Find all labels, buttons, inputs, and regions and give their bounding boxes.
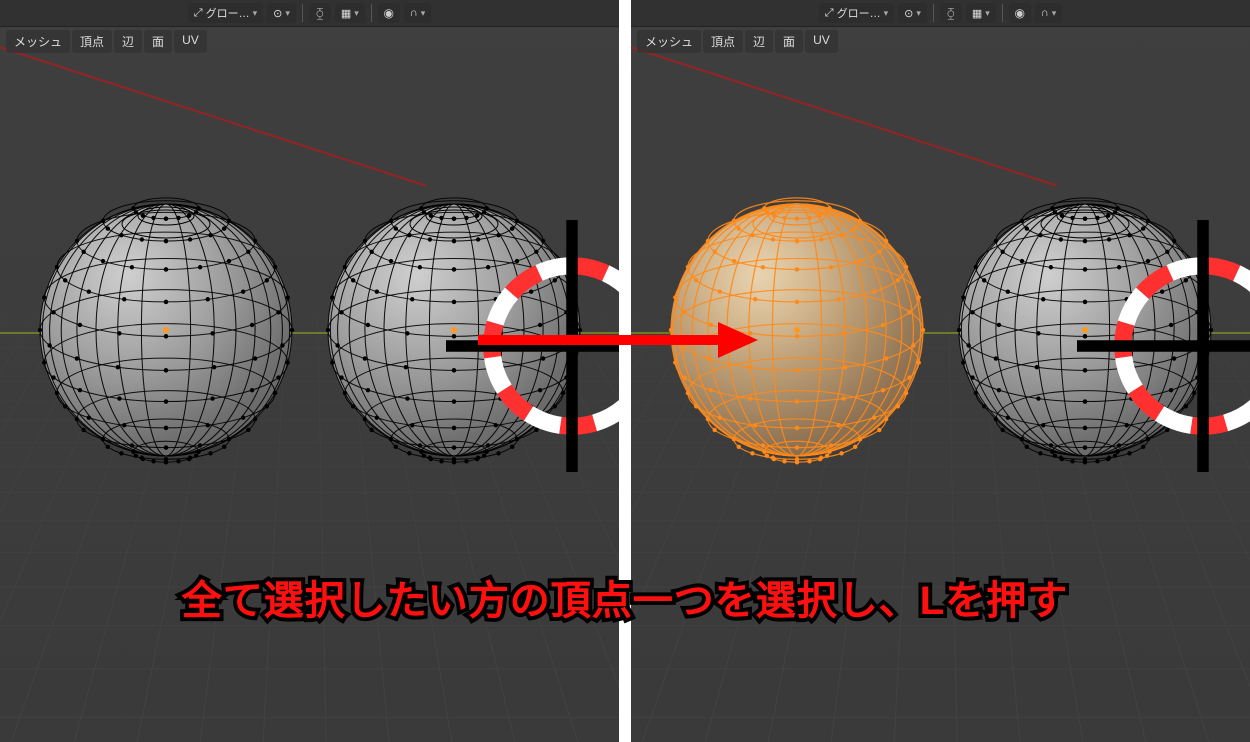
menu-edge[interactable]: 辺 xyxy=(745,30,773,53)
snap-toggle[interactable]: ⧲ xyxy=(309,3,331,23)
menu-edge[interactable]: 辺 xyxy=(114,30,142,53)
object-origin xyxy=(1082,327,1088,333)
chevron-down-icon: ▾ xyxy=(985,8,990,19)
chevron-down-icon: ▾ xyxy=(1052,8,1057,19)
menu-face[interactable]: 面 xyxy=(775,30,803,53)
proportional-icon: ◉ xyxy=(384,6,394,20)
proportional-dropdown[interactable]: ∩ ▾ xyxy=(1035,3,1062,23)
orientation-label: グロー… xyxy=(837,5,881,21)
separator xyxy=(933,4,934,22)
snap-increment-icon: ▦ xyxy=(972,7,982,20)
pivot-dropdown[interactable]: ⊙ ▾ xyxy=(267,3,296,23)
mesh-menu-bar: メッシュ 頂点 辺 面 UV xyxy=(6,30,207,53)
proportional-toggle[interactable]: ◉ xyxy=(1009,3,1031,23)
mesh-menu-bar: メッシュ 頂点 辺 面 UV xyxy=(637,30,838,53)
falloff-icon: ∩ xyxy=(410,7,418,19)
transform-orientation-dropdown[interactable]: ⤢ グロー… ▾ xyxy=(819,3,894,23)
split-view: ⤢ グロー… ▾ ⊙ ▾ ⧲ ▦ ▾ ◉ ∩ ▾ メッシュ 頂点 xyxy=(0,0,1250,742)
uv-sphere-a[interactable] xyxy=(40,204,292,456)
separator xyxy=(1002,4,1003,22)
snap-increment-icon: ▦ xyxy=(341,7,351,20)
chevron-down-icon: ▾ xyxy=(253,8,258,19)
magnet-icon: ⧲ xyxy=(316,6,323,21)
pivot-dropdown[interactable]: ⊙ ▾ xyxy=(898,3,927,23)
orientation-label: グロー… xyxy=(206,5,250,21)
menu-uv[interactable]: UV xyxy=(174,30,207,53)
falloff-icon: ∩ xyxy=(1041,7,1049,19)
panel-divider xyxy=(619,0,631,742)
menu-vertex[interactable]: 頂点 xyxy=(703,30,743,53)
pivot-icon: ⊙ xyxy=(273,7,282,20)
snap-toggle[interactable]: ⧲ xyxy=(940,3,962,23)
annotation-caption: 全て選択したい方の頂点一つを選択し、Lを押す 全て選択したい方の頂点一つを選択し… xyxy=(0,568,1250,626)
pivot-icon: ⊙ xyxy=(904,7,913,20)
object-origin xyxy=(451,327,457,333)
chevron-down-icon: ▾ xyxy=(285,8,290,19)
uv-sphere-b[interactable] xyxy=(328,204,580,456)
separator xyxy=(302,4,303,22)
snap-dropdown[interactable]: ▦ ▾ xyxy=(966,3,996,23)
menu-uv[interactable]: UV xyxy=(805,30,838,53)
transform-orientation-dropdown[interactable]: ⤢ グロー… ▾ xyxy=(188,3,263,23)
viewport-left[interactable]: ⤢ グロー… ▾ ⊙ ▾ ⧲ ▦ ▾ ◉ ∩ ▾ メッシュ 頂点 xyxy=(0,0,619,742)
object-origin xyxy=(794,327,800,333)
magnet-icon: ⧲ xyxy=(947,6,954,21)
viewport-right[interactable]: ⤢ グロー… ▾ ⊙ ▾ ⧲ ▦ ▾ ◉ ∩ ▾ メッシュ 頂点 xyxy=(631,0,1250,742)
snap-dropdown[interactable]: ▦ ▾ xyxy=(335,3,365,23)
proportional-toggle[interactable]: ◉ xyxy=(378,3,400,23)
menu-face[interactable]: 面 xyxy=(144,30,172,53)
object-origin xyxy=(163,327,169,333)
uv-sphere-b[interactable] xyxy=(959,204,1211,456)
uv-sphere-a-selected[interactable] xyxy=(671,204,923,456)
orientation-icon: ⤢ xyxy=(194,7,203,20)
chevron-down-icon: ▾ xyxy=(421,8,426,19)
proportional-icon: ◉ xyxy=(1015,6,1025,20)
chevron-down-icon: ▾ xyxy=(916,8,921,19)
menu-mesh[interactable]: メッシュ xyxy=(637,30,701,53)
chevron-down-icon: ▾ xyxy=(354,8,359,19)
separator xyxy=(371,4,372,22)
menu-mesh[interactable]: メッシュ xyxy=(6,30,70,53)
orientation-icon: ⤢ xyxy=(825,7,834,20)
menu-vertex[interactable]: 頂点 xyxy=(72,30,112,53)
viewport-header: ⤢ グロー… ▾ ⊙ ▾ ⧲ ▦ ▾ ◉ ∩ ▾ xyxy=(631,0,1250,27)
viewport-header: ⤢ グロー… ▾ ⊙ ▾ ⧲ ▦ ▾ ◉ ∩ ▾ xyxy=(0,0,619,27)
chevron-down-icon: ▾ xyxy=(884,8,889,19)
proportional-dropdown[interactable]: ∩ ▾ xyxy=(404,3,431,23)
